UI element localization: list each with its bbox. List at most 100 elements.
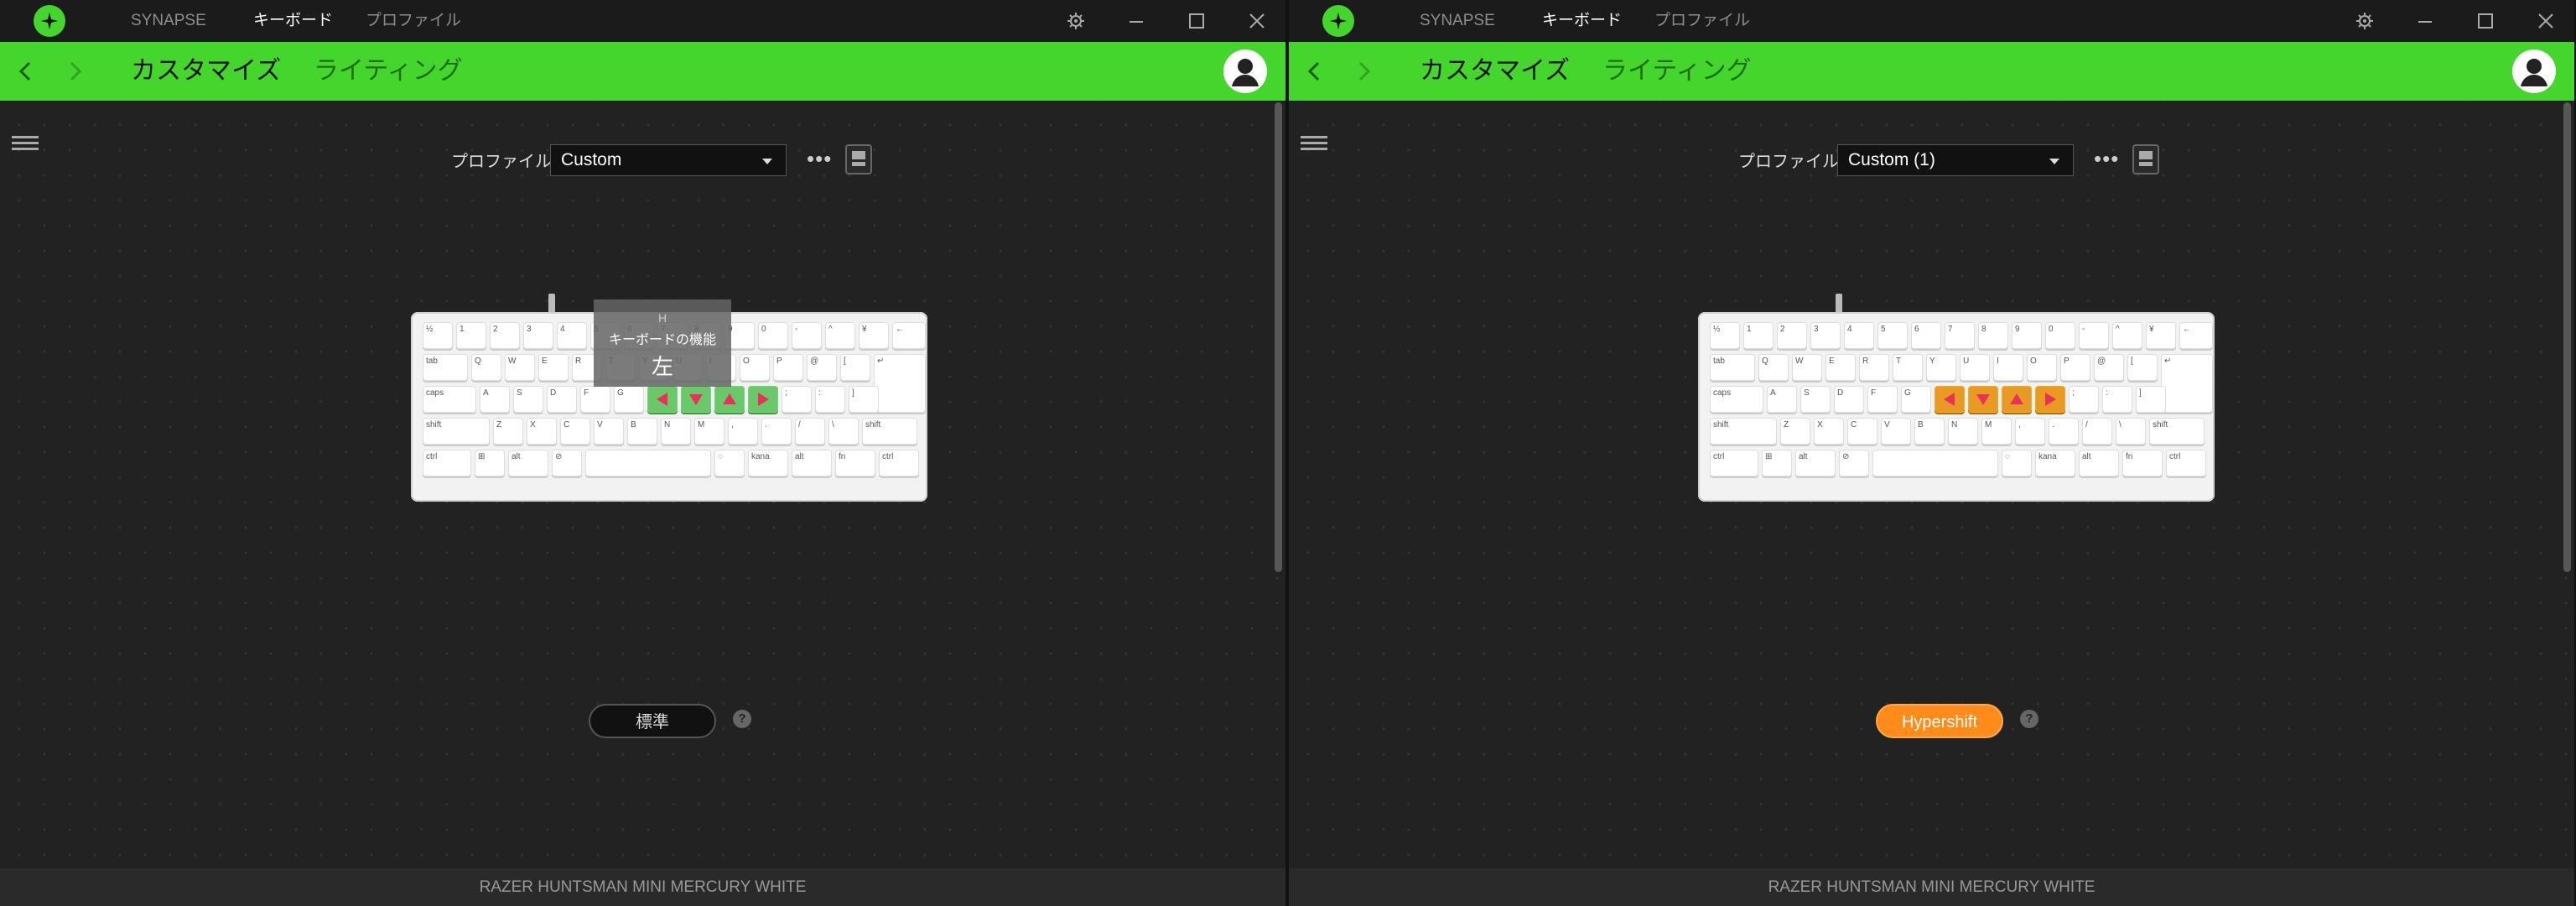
key[interactable]: / [795, 418, 825, 445]
key[interactable]: @ [807, 354, 837, 381]
tab-customize[interactable]: カスタマイズ [131, 42, 281, 101]
nav-synapse[interactable]: SYNAPSE [131, 0, 206, 42]
key[interactable]: \ [2116, 418, 2146, 445]
onboard-memory-icon[interactable] [845, 144, 872, 174]
forward-arrow-icon[interactable] [1349, 57, 1378, 86]
key[interactable]: ^ [825, 322, 855, 349]
key[interactable]: 3 [1810, 322, 1841, 349]
tab-lighting[interactable]: ライティング [1602, 42, 1752, 101]
key[interactable]: 9 [2012, 322, 2042, 349]
key[interactable]: kana [748, 450, 788, 476]
space-key[interactable] [1872, 450, 1998, 476]
key[interactable]: ctrl [2166, 450, 2206, 476]
key[interactable]: alt [2079, 450, 2119, 476]
key[interactable]: - [2079, 322, 2109, 349]
key[interactable]: [ [840, 354, 870, 381]
key-k-arrow-up[interactable] [714, 386, 745, 413]
key[interactable]: Z [493, 418, 523, 445]
windows-key[interactable]: ⊞ [475, 450, 505, 476]
key[interactable]: O [740, 354, 770, 381]
key[interactable]: 4 [557, 322, 587, 349]
space-key[interactable] [585, 450, 711, 476]
key[interactable]: ½ [1710, 322, 1740, 349]
key[interactable]: F [1867, 386, 1898, 413]
key[interactable]: ← [2179, 322, 2213, 349]
key[interactable]: ctrl [1710, 450, 1758, 476]
gear-icon[interactable] [1062, 7, 1090, 35]
key[interactable]: V [1881, 418, 1911, 445]
key[interactable]: ½ [423, 322, 453, 349]
key[interactable]: / [2082, 418, 2112, 445]
key[interactable]: E [1826, 354, 1856, 381]
close-icon[interactable] [1243, 7, 1271, 35]
key[interactable]: U [1960, 354, 1990, 381]
scrollbar[interactable] [2563, 102, 2571, 572]
key[interactable]: W [1792, 354, 1822, 381]
gear-icon[interactable] [2350, 7, 2379, 35]
key[interactable]: ◌ [2002, 450, 2032, 476]
more-options-icon[interactable]: ••• [2094, 148, 2119, 169]
help-icon[interactable]: ? [2020, 710, 2038, 728]
key[interactable]: 4 [1844, 322, 1874, 349]
nav-keyboard[interactable]: キーボード [253, 0, 333, 42]
key[interactable]: Q [471, 354, 501, 381]
more-options-icon[interactable]: ••• [807, 148, 832, 169]
key[interactable]: caps [423, 386, 476, 413]
key[interactable]: F [580, 386, 610, 413]
razer-logo-icon[interactable] [34, 5, 65, 37]
onboard-memory-icon[interactable] [2132, 144, 2159, 174]
key[interactable]: ; [782, 386, 812, 413]
key[interactable]: 1 [1743, 322, 1774, 349]
back-arrow-icon[interactable] [12, 57, 40, 86]
key[interactable]: A [1767, 386, 1797, 413]
key[interactable]: ] [2136, 386, 2166, 413]
key[interactable]: G [614, 386, 644, 413]
forward-arrow-icon[interactable] [60, 57, 89, 86]
user-avatar-icon[interactable] [2512, 49, 2556, 93]
key[interactable]: ◌ [714, 450, 745, 476]
minimize-icon[interactable] [2411, 7, 2439, 35]
key[interactable]: ^ [2112, 322, 2142, 349]
key[interactable]: S [513, 386, 543, 413]
key[interactable]: Q [1758, 354, 1789, 381]
key[interactable]: \ [828, 418, 859, 445]
key[interactable]: N [661, 418, 691, 445]
key[interactable]: 2 [490, 322, 520, 349]
key[interactable]: C [560, 418, 590, 445]
key[interactable]: tab [1710, 354, 1755, 381]
nav-profile[interactable]: プロファイル [366, 0, 461, 42]
key[interactable]: X [527, 418, 557, 445]
tab-customize[interactable]: カスタマイズ [1420, 42, 1570, 101]
windows-key[interactable]: ⊞ [1762, 450, 1792, 476]
key[interactable]: shift [1710, 418, 1777, 445]
key[interactable]: ctrl [423, 450, 471, 476]
key[interactable]: M [1981, 418, 2012, 445]
key[interactable]: 2 [1777, 322, 1807, 349]
key[interactable]: @ [2094, 354, 2124, 381]
key[interactable]: A [480, 386, 510, 413]
key[interactable]: E [538, 354, 569, 381]
key[interactable]: . [2049, 418, 2079, 445]
key[interactable]: M [694, 418, 724, 445]
key[interactable]: 7 [1945, 322, 1975, 349]
key[interactable]: N [1948, 418, 1978, 445]
key[interactable]: caps [1710, 386, 1763, 413]
key[interactable]: , [2015, 418, 2045, 445]
key[interactable]: . [761, 418, 792, 445]
scrollbar[interactable] [1275, 102, 1282, 572]
key[interactable]: kana [2035, 450, 2075, 476]
key-k-arrow-up[interactable] [2002, 386, 2032, 413]
key[interactable]: ¥ [2146, 322, 2176, 349]
hamburger-menu-icon[interactable] [1301, 133, 1327, 156]
key[interactable]: P [773, 354, 803, 381]
key-l-arrow-right[interactable] [2035, 386, 2065, 413]
profile-select[interactable]: Custom (1) [1837, 144, 2074, 176]
key[interactable]: C [1847, 418, 1877, 445]
key[interactable]: alt [508, 450, 548, 476]
key[interactable]: : [815, 386, 845, 413]
key[interactable]: V [594, 418, 624, 445]
razer-logo-icon[interactable] [1322, 5, 1354, 37]
key[interactable]: ⊘ [552, 450, 582, 476]
key[interactable]: alt [792, 450, 832, 476]
minimize-icon[interactable] [1122, 7, 1150, 35]
